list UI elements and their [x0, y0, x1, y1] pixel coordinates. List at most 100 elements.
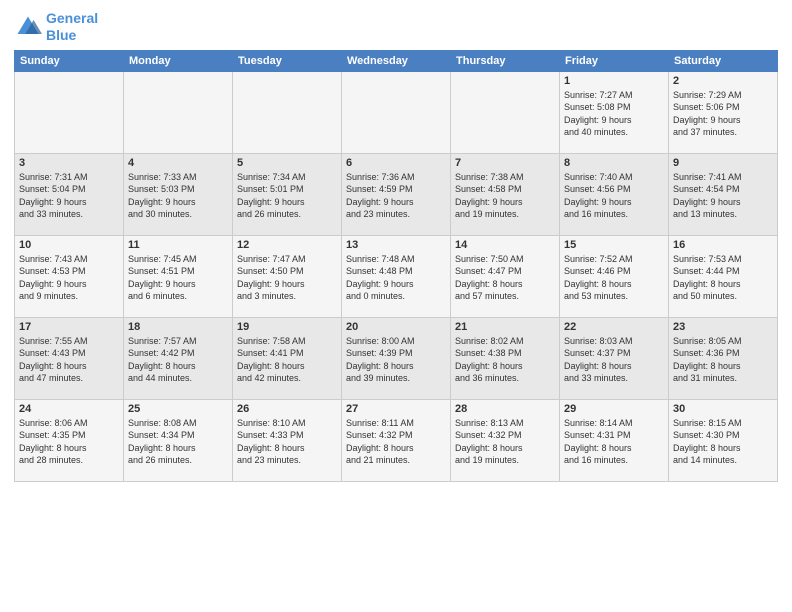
day-cell: 2 Sunrise: 7:29 AMSunset: 5:06 PMDaylight… [669, 71, 778, 153]
day-cell [124, 71, 233, 153]
day-cell: 17 Sunrise: 7:55 AMSunset: 4:43 PMDayligh… [15, 317, 124, 399]
day-number: 21 [455, 321, 555, 333]
week-row-4: 17 Sunrise: 7:55 AMSunset: 4:43 PMDayligh… [15, 317, 778, 399]
col-header-sunday: Sunday [15, 50, 124, 71]
day-number: 5 [237, 157, 337, 169]
day-cell: 21Sunrise: 8:02 AMSunset: 4:38 PMDayligh… [451, 317, 560, 399]
day-number: 2 [673, 75, 773, 87]
day-number: 9 [673, 157, 773, 169]
day-cell: 24 Sunrise: 8:06 AMSunset: 4:35 PMDayligh… [15, 399, 124, 481]
day-cell: 7 Sunrise: 7:38 AMSunset: 4:58 PMDaylight… [451, 153, 560, 235]
day-cell: 14 Sunrise: 7:50 AMSunset: 4:47 PMDayligh… [451, 235, 560, 317]
day-number: 17 [19, 321, 119, 333]
day-info: Sunrise: 7:27 AMSunset: 5:08 PMDaylight:… [564, 89, 664, 139]
day-info: Sunrise: 7:57 AMSunset: 4:42 PMDaylight:… [128, 335, 228, 385]
day-number: 28 [455, 403, 555, 415]
day-cell [233, 71, 342, 153]
day-cell: 27 Sunrise: 8:11 AMSunset: 4:32 PMDayligh… [342, 399, 451, 481]
day-cell: 28 Sunrise: 8:13 AMSunset: 4:32 PMDayligh… [451, 399, 560, 481]
day-cell: 13Sunrise: 7:48 AMSunset: 4:48 PMDayligh… [342, 235, 451, 317]
day-number: 14 [455, 239, 555, 251]
day-number: 15 [564, 239, 664, 251]
day-cell: 15 Sunrise: 7:52 AMSunset: 4:46 PMDayligh… [560, 235, 669, 317]
day-info: Sunrise: 8:00 AMSunset: 4:39 PMDaylight:… [346, 335, 446, 385]
day-info: Sunrise: 7:33 AMSunset: 5:03 PMDaylight:… [128, 171, 228, 221]
calendar-table: SundayMondayTuesdayWednesdayThursdayFrid… [14, 50, 778, 482]
day-info: Sunrise: 8:15 AMSunset: 4:30 PMDaylight:… [673, 417, 773, 467]
day-info: Sunrise: 7:53 AMSunset: 4:44 PMDaylight:… [673, 253, 773, 303]
day-info: Sunrise: 7:31 AMSunset: 5:04 PMDaylight:… [19, 171, 119, 221]
day-number: 8 [564, 157, 664, 169]
day-info: Sunrise: 7:55 AMSunset: 4:43 PMDaylight:… [19, 335, 119, 385]
day-cell [342, 71, 451, 153]
day-info: Sunrise: 7:52 AMSunset: 4:46 PMDaylight:… [564, 253, 664, 303]
day-info: Sunrise: 7:41 AMSunset: 4:54 PMDaylight:… [673, 171, 773, 221]
day-info: Sunrise: 8:06 AMSunset: 4:35 PMDaylight:… [19, 417, 119, 467]
header-row: SundayMondayTuesdayWednesdayThursdayFrid… [15, 50, 778, 71]
day-number: 26 [237, 403, 337, 415]
day-number: 29 [564, 403, 664, 415]
day-info: Sunrise: 7:36 AMSunset: 4:59 PMDaylight:… [346, 171, 446, 221]
day-info: Sunrise: 7:58 AMSunset: 4:41 PMDaylight:… [237, 335, 337, 385]
day-info: Sunrise: 7:34 AMSunset: 5:01 PMDaylight:… [237, 171, 337, 221]
day-info: Sunrise: 7:43 AMSunset: 4:53 PMDaylight:… [19, 253, 119, 303]
day-cell: 18 Sunrise: 7:57 AMSunset: 4:42 PMDayligh… [124, 317, 233, 399]
day-info: Sunrise: 8:08 AMSunset: 4:34 PMDaylight:… [128, 417, 228, 467]
day-cell: 12 Sunrise: 7:47 AMSunset: 4:50 PMDayligh… [233, 235, 342, 317]
day-info: Sunrise: 7:45 AMSunset: 4:51 PMDaylight:… [128, 253, 228, 303]
week-row-1: 1 Sunrise: 7:27 AMSunset: 5:08 PMDaylight… [15, 71, 778, 153]
week-row-3: 10 Sunrise: 7:43 AMSunset: 4:53 PMDayligh… [15, 235, 778, 317]
day-number: 24 [19, 403, 119, 415]
day-info: Sunrise: 7:40 AMSunset: 4:56 PMDaylight:… [564, 171, 664, 221]
day-number: 4 [128, 157, 228, 169]
day-number: 19 [237, 321, 337, 333]
day-cell: 30Sunrise: 8:15 AMSunset: 4:30 PMDayligh… [669, 399, 778, 481]
day-info: Sunrise: 8:11 AMSunset: 4:32 PMDaylight:… [346, 417, 446, 467]
week-row-2: 3Sunrise: 7:31 AMSunset: 5:04 PMDaylight… [15, 153, 778, 235]
day-number: 10 [19, 239, 119, 251]
day-number: 25 [128, 403, 228, 415]
day-info: Sunrise: 7:29 AMSunset: 5:06 PMDaylight:… [673, 89, 773, 139]
col-header-saturday: Saturday [669, 50, 778, 71]
day-info: Sunrise: 7:50 AMSunset: 4:47 PMDaylight:… [455, 253, 555, 303]
day-number: 6 [346, 157, 446, 169]
day-cell [15, 71, 124, 153]
day-info: Sunrise: 8:14 AMSunset: 4:31 PMDaylight:… [564, 417, 664, 467]
col-header-tuesday: Tuesday [233, 50, 342, 71]
week-row-5: 24 Sunrise: 8:06 AMSunset: 4:35 PMDayligh… [15, 399, 778, 481]
day-cell [451, 71, 560, 153]
page-container: General Blue SundayMondayTuesdayWednesda… [0, 0, 792, 612]
day-cell: 22 Sunrise: 8:03 AMSunset: 4:37 PMDayligh… [560, 317, 669, 399]
day-cell: 4 Sunrise: 7:33 AMSunset: 5:03 PMDaylight… [124, 153, 233, 235]
day-number: 27 [346, 403, 446, 415]
day-info: Sunrise: 7:38 AMSunset: 4:58 PMDaylight:… [455, 171, 555, 221]
day-cell: 5 Sunrise: 7:34 AMSunset: 5:01 PMDaylight… [233, 153, 342, 235]
day-number: 22 [564, 321, 664, 333]
day-info: Sunrise: 7:48 AMSunset: 4:48 PMDaylight:… [346, 253, 446, 303]
header: General Blue [14, 10, 778, 44]
day-cell: 1 Sunrise: 7:27 AMSunset: 5:08 PMDaylight… [560, 71, 669, 153]
day-cell: 16Sunrise: 7:53 AMSunset: 4:44 PMDayligh… [669, 235, 778, 317]
day-cell: 6 Sunrise: 7:36 AMSunset: 4:59 PMDaylight… [342, 153, 451, 235]
day-cell: 25 Sunrise: 8:08 AMSunset: 4:34 PMDayligh… [124, 399, 233, 481]
day-cell: 11 Sunrise: 7:45 AMSunset: 4:51 PMDayligh… [124, 235, 233, 317]
day-number: 1 [564, 75, 664, 87]
day-cell: 19 Sunrise: 7:58 AMSunset: 4:41 PMDayligh… [233, 317, 342, 399]
day-number: 18 [128, 321, 228, 333]
day-info: Sunrise: 8:13 AMSunset: 4:32 PMDaylight:… [455, 417, 555, 467]
day-number: 20 [346, 321, 446, 333]
col-header-friday: Friday [560, 50, 669, 71]
day-cell: 20 Sunrise: 8:00 AMSunset: 4:39 PMDayligh… [342, 317, 451, 399]
day-info: Sunrise: 8:10 AMSunset: 4:33 PMDaylight:… [237, 417, 337, 467]
day-number: 12 [237, 239, 337, 251]
day-cell: 29 Sunrise: 8:14 AMSunset: 4:31 PMDayligh… [560, 399, 669, 481]
day-info: Sunrise: 7:47 AMSunset: 4:50 PMDaylight:… [237, 253, 337, 303]
day-number: 7 [455, 157, 555, 169]
logo: General Blue [14, 10, 98, 44]
day-cell: 10 Sunrise: 7:43 AMSunset: 4:53 PMDayligh… [15, 235, 124, 317]
day-cell: 9 Sunrise: 7:41 AMSunset: 4:54 PMDaylight… [669, 153, 778, 235]
day-number: 11 [128, 239, 228, 251]
day-info: Sunrise: 8:03 AMSunset: 4:37 PMDaylight:… [564, 335, 664, 385]
logo-icon [14, 13, 42, 41]
day-info: Sunrise: 8:05 AMSunset: 4:36 PMDaylight:… [673, 335, 773, 385]
